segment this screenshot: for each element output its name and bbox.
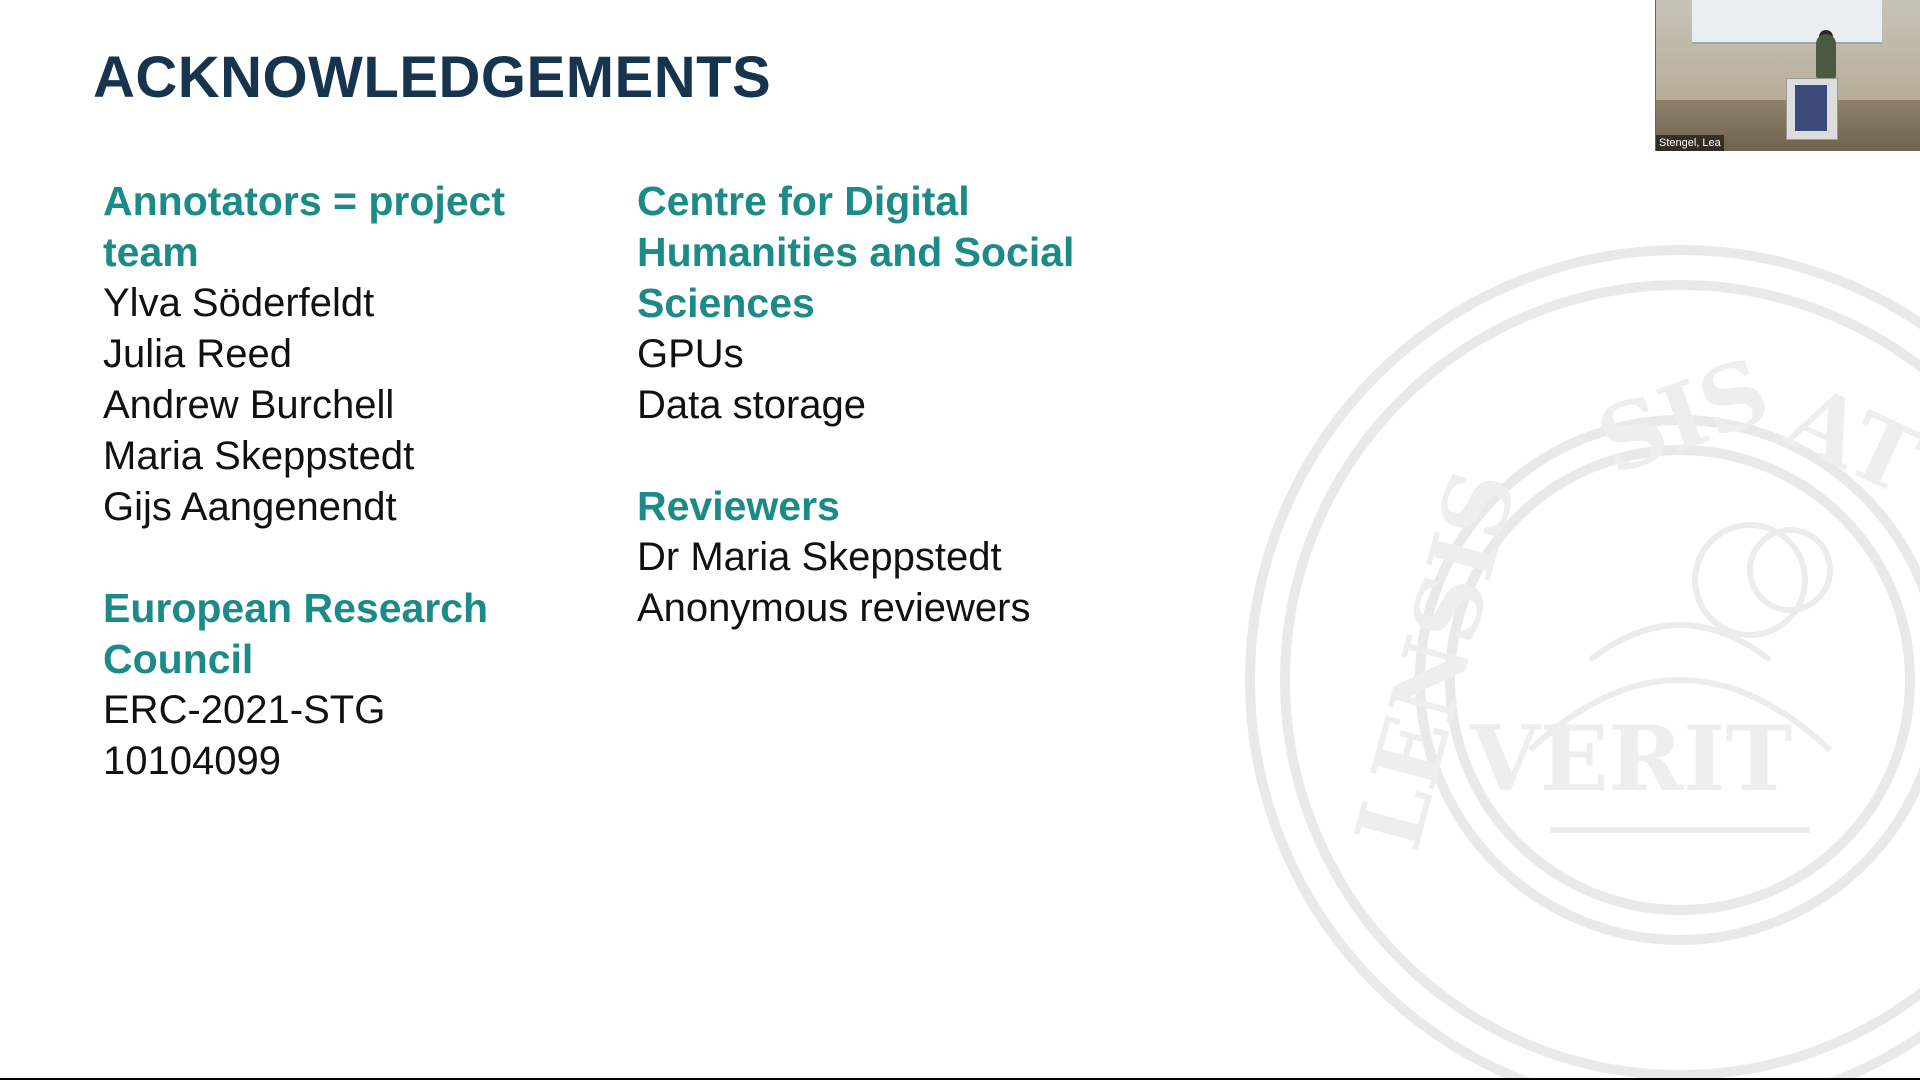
list-item: Gijs Aangenendt <box>103 485 397 529</box>
list-item: Anonymous reviewers <box>637 586 1031 630</box>
group-list: Ylva Söderfeldt Julia Reed Andrew Burche… <box>103 278 583 533</box>
podium-poster <box>1795 85 1827 131</box>
speaker-figure <box>1816 34 1836 78</box>
list-item: Ylva Söderfeldt <box>103 281 375 325</box>
group-heading: Reviewers <box>637 483 840 529</box>
group-heading: European Research Council <box>103 585 489 682</box>
list-item: Data storage <box>637 383 867 427</box>
projector-screen <box>1692 0 1882 44</box>
svg-text:AT: AT <box>1771 364 1920 516</box>
presentation-slide: LENSIS SIS AT VERIT ACKNOWLEDGEMENTS Ann… <box>0 0 1920 1078</box>
slide-title: ACKNOWLEDGEMENTS <box>93 45 772 110</box>
participant-name-label: Stengel, Lea <box>1656 135 1724 151</box>
list-item: Julia Reed <box>103 332 293 376</box>
list-item: ERC-2021-STG <box>103 688 386 732</box>
group-list: Dr Maria Skeppstedt Anonymous reviewers <box>637 532 1157 634</box>
svg-text:SIS: SIS <box>1585 337 1783 495</box>
group-reviewers: Reviewers Dr Maria Skeppstedt Anonymous … <box>637 481 1157 634</box>
group-list: ERC-2021-STG 10104099 <box>103 685 583 787</box>
right-column: Centre for Digital Humanities and Social… <box>637 176 1157 684</box>
screen: LENSIS SIS AT VERIT ACKNOWLEDGEMENTS Ann… <box>0 0 1920 1080</box>
list-item: GPUs <box>637 332 744 376</box>
group-heading: Annotators = project team <box>103 178 506 275</box>
podium <box>1786 78 1838 140</box>
list-item: 10104099 <box>103 739 281 783</box>
list-item: Dr Maria Skeppstedt <box>637 535 1002 579</box>
group-digital-humanities: Centre for Digital Humanities and Social… <box>637 176 1157 431</box>
participant-video-tile[interactable]: Stengel, Lea <box>1655 0 1920 151</box>
university-seal-icon: LENSIS SIS AT VERIT <box>1230 230 1920 1078</box>
group-list: GPUs Data storage <box>637 329 1157 431</box>
left-column: Annotators = project team Ylva Söderfeld… <box>103 176 583 837</box>
list-item: Maria Skeppstedt <box>103 434 415 478</box>
list-item: Andrew Burchell <box>103 383 395 427</box>
group-heading: Centre for Digital Humanities and Social… <box>637 178 1075 326</box>
group-annotators: Annotators = project team Ylva Söderfeld… <box>103 176 583 533</box>
svg-text:VERIT: VERIT <box>1469 706 1792 812</box>
group-erc: European Research Council ERC-2021-STG 1… <box>103 583 583 787</box>
